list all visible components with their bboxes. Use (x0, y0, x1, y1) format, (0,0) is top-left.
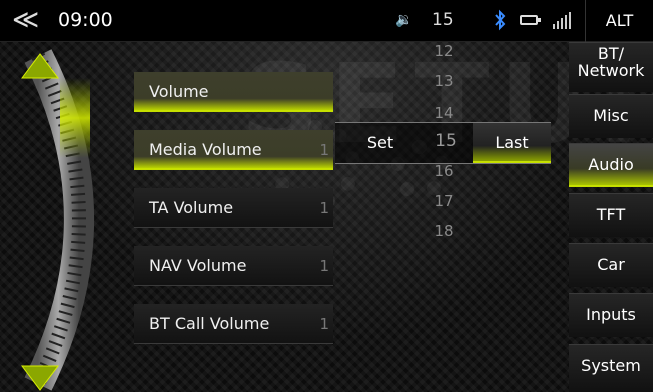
battery-icon (520, 15, 541, 25)
list-item-value: 1 (319, 141, 329, 159)
picker-option[interactable]: 14 (429, 104, 459, 122)
list-item-label: TA Volume (149, 198, 234, 217)
picker-option[interactable]: 12 (429, 42, 459, 60)
list-item-value: 1 (319, 315, 329, 333)
signal-icon (553, 11, 575, 29)
picker-option[interactable]: 18 (429, 222, 459, 240)
picker-selection-band: Set 15 Last (335, 122, 551, 164)
picker-option[interactable]: 17 (429, 192, 459, 210)
tab-system[interactable]: System (569, 344, 653, 392)
last-button[interactable]: Last (473, 123, 551, 163)
list-item-label: NAV Volume (149, 256, 247, 275)
tab-audio[interactable]: Audio (569, 143, 653, 187)
tab-car[interactable]: Car (569, 243, 653, 287)
list-item-value: 1 (319, 257, 329, 275)
list-item-label: Media Volume (149, 140, 262, 159)
tab-label: Car (597, 255, 625, 274)
list-item-bt-call-volume[interactable]: BT Call Volume 1 (134, 304, 333, 344)
tab-label: TFT (596, 205, 626, 224)
list-item-nav-volume[interactable]: NAV Volume 1 (134, 246, 333, 286)
tab-label: Misc (593, 106, 629, 125)
tab-bt-network[interactable]: BT/ Network (569, 42, 653, 92)
list-item-volume[interactable]: Volume (134, 72, 333, 112)
set-button[interactable]: Set (335, 123, 425, 163)
tab-label: System (581, 356, 641, 375)
status-bar: ≪ 09:00 🔉 15 ALT (0, 0, 653, 42)
volume-arc-slider[interactable] (10, 48, 140, 392)
tab-label: BT/ Network (577, 44, 645, 80)
tab-misc[interactable]: Misc (569, 94, 653, 138)
back-icon[interactable]: ≪ (12, 7, 39, 33)
picker-selected-value: 15 (435, 131, 457, 151)
tab-label: Audio (588, 155, 634, 174)
speaker-icon: 🔉 (395, 12, 412, 28)
clock: 09:00 (58, 9, 113, 31)
tab-label: Inputs (586, 305, 636, 324)
volume-picker[interactable]: 12 13 14 Set 15 Last 16 17 18 (333, 42, 551, 392)
tab-tft[interactable]: TFT (569, 193, 653, 237)
list-item-value: 1 (319, 199, 329, 217)
picker-option[interactable]: 13 (429, 72, 459, 90)
alt-button[interactable]: ALT (585, 0, 653, 42)
list-item-ta-volume[interactable]: TA Volume 1 (134, 188, 333, 228)
list-item-media-volume[interactable]: Media Volume 1 (134, 130, 333, 170)
picker-option[interactable]: 16 (429, 162, 459, 180)
list-item-label: Volume (149, 82, 209, 101)
bluetooth-icon (495, 9, 506, 31)
volume-level: 15 (432, 10, 454, 30)
list-item-label: BT Call Volume (149, 314, 270, 333)
tab-inputs[interactable]: Inputs (569, 293, 653, 337)
